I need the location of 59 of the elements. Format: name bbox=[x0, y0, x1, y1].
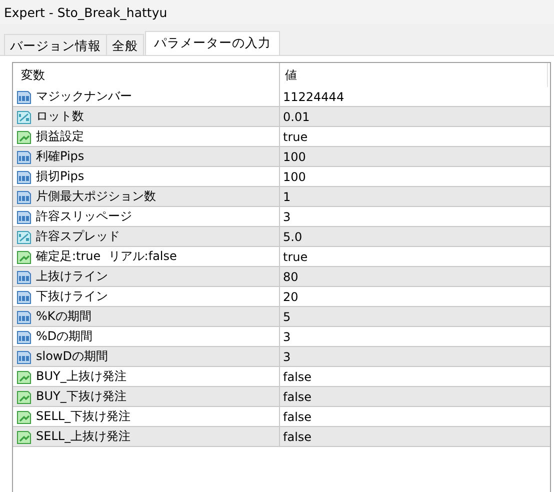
parameter-value[interactable]: 5 bbox=[283, 310, 291, 324]
parameter-value[interactable]: 0.01 bbox=[283, 110, 310, 124]
parameter-name: 確定足:true リアル:false bbox=[36, 248, 177, 265]
parameter-name: %Kの期間 bbox=[36, 308, 92, 325]
parameter-value[interactable]: 1 bbox=[283, 190, 291, 204]
chart-icon bbox=[16, 128, 32, 144]
chart-icon bbox=[16, 408, 32, 424]
parameter-value[interactable]: 11224444 bbox=[283, 90, 344, 104]
number-icon bbox=[16, 168, 32, 184]
parameter-value[interactable]: 3 bbox=[283, 210, 291, 224]
parameter-name: ロット数 bbox=[36, 108, 84, 125]
parameter-value[interactable]: false bbox=[283, 370, 312, 384]
parameter-name: 利確Pips bbox=[36, 148, 84, 165]
parameter-name: slowDの期間 bbox=[36, 348, 108, 365]
parameter-value[interactable]: false bbox=[283, 410, 312, 424]
parameter-name: 上抜けライン bbox=[36, 268, 108, 285]
parameter-name: 許容スプレッド bbox=[36, 228, 120, 245]
parameter-value[interactable]: 5.0 bbox=[283, 230, 302, 244]
parameter-value[interactable]: false bbox=[283, 390, 312, 404]
parameter-name: SELL_下抜け発注 bbox=[36, 408, 131, 425]
parameter-name: マジックナンバー bbox=[36, 88, 132, 105]
parameter-name: 損切Pips bbox=[36, 168, 84, 185]
parameter-name: BUY_上抜け発注 bbox=[36, 368, 126, 385]
parameter-name: BUY_下抜け発注 bbox=[36, 388, 126, 405]
tab[interactable]: パラメーターの入力 bbox=[145, 31, 280, 55]
chart-icon bbox=[16, 368, 32, 384]
column-header[interactable]: 変数 bbox=[13, 63, 280, 87]
parameter-value[interactable]: 80 bbox=[283, 270, 298, 284]
parameter-value[interactable]: 20 bbox=[283, 290, 298, 304]
parameter-value[interactable]: 100 bbox=[283, 150, 306, 164]
column-header[interactable]: 値 bbox=[280, 63, 548, 87]
parameter-name: 許容スリッページ bbox=[36, 208, 132, 225]
parameter-value[interactable]: 3 bbox=[283, 330, 291, 344]
parameter-name: 損益設定 bbox=[36, 128, 84, 145]
parameter-value[interactable]: true bbox=[283, 250, 308, 264]
number-icon bbox=[16, 88, 32, 104]
tab[interactable]: バージョン情報 bbox=[4, 34, 107, 55]
number-icon bbox=[16, 308, 32, 324]
parameter-name: %Dの期間 bbox=[36, 328, 93, 345]
number-icon bbox=[16, 348, 32, 364]
number-icon bbox=[16, 208, 32, 224]
number-icon bbox=[16, 288, 32, 304]
number-icon bbox=[16, 148, 32, 164]
parameter-value[interactable]: 3 bbox=[283, 350, 291, 364]
parameter-name: 片側最大ポジション数 bbox=[36, 188, 156, 205]
parameter-value[interactable]: 100 bbox=[283, 170, 306, 184]
chart-icon bbox=[16, 388, 32, 404]
chart-icon bbox=[16, 428, 32, 444]
parameter-name: 下抜けライン bbox=[36, 288, 108, 305]
number-icon bbox=[16, 188, 32, 204]
parameter-value[interactable]: true bbox=[283, 130, 308, 144]
parameter-name: SELL_上抜け発注 bbox=[36, 428, 131, 445]
fraction-icon bbox=[16, 228, 32, 244]
number-icon bbox=[16, 268, 32, 284]
chart-icon bbox=[16, 248, 32, 264]
tab[interactable]: 全般 bbox=[106, 34, 144, 55]
parameter-value[interactable]: false bbox=[283, 430, 312, 444]
fraction-icon bbox=[16, 108, 32, 124]
number-icon bbox=[16, 328, 32, 344]
